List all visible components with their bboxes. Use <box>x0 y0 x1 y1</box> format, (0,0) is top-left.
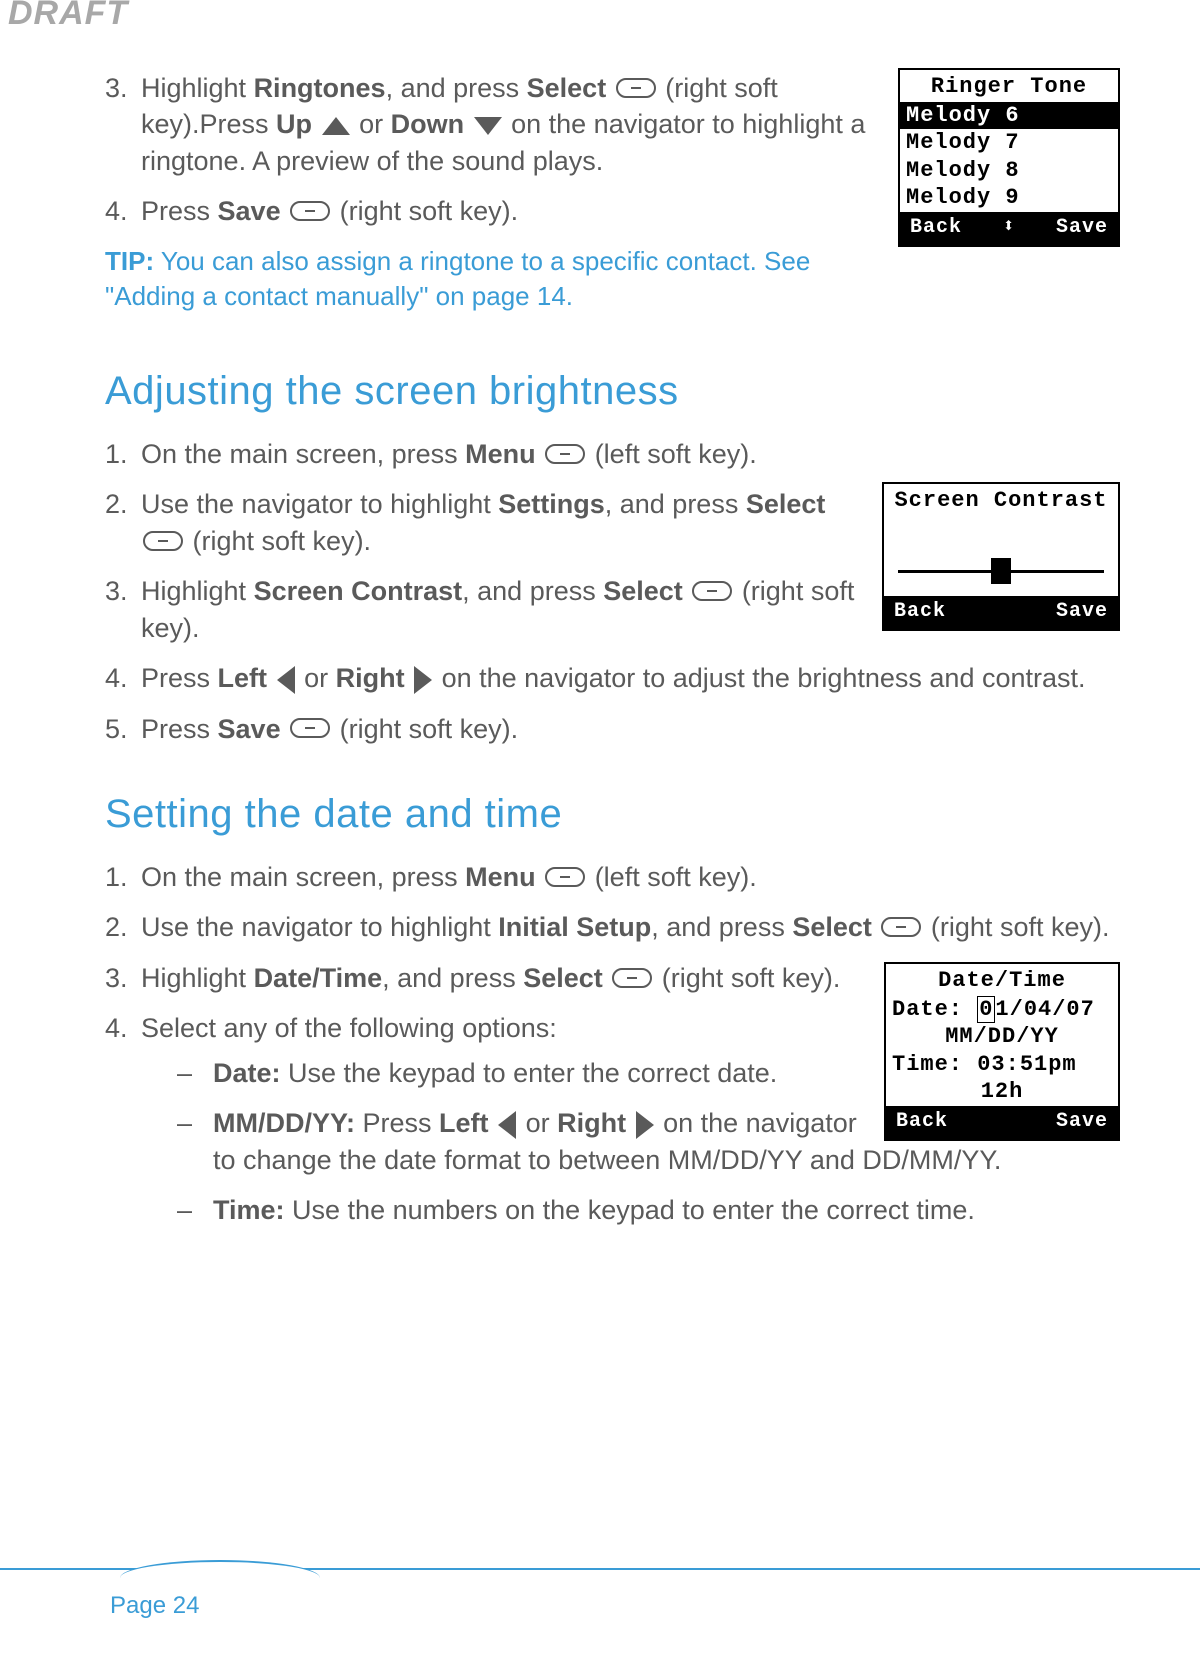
step-4: Press Left or Right on the navigator to … <box>105 660 1120 696</box>
option-format: MM/DD/YY: Press Left or Right on the nav… <box>177 1105 1120 1178</box>
heading-brightness: Adjusting the screen brightness <box>105 364 1120 418</box>
heading-datetime: Setting the date and time <box>105 787 1120 841</box>
step-3: Highlight Date/Time, and press Select (r… <box>105 960 1120 996</box>
step-3: Highlight Ringtones, and press Select (r… <box>105 70 1120 179</box>
step-4: Press Save (right soft key). <box>105 193 1120 229</box>
left-arrow-icon <box>498 1111 516 1139</box>
softkey-icon <box>692 581 732 601</box>
draft-watermark: DRAFT <box>8 0 128 33</box>
softkey-icon <box>881 917 921 937</box>
softkey-icon <box>612 968 652 988</box>
page-footer: Page 24 <box>0 1568 1200 1620</box>
right-arrow-icon <box>636 1111 654 1139</box>
datetime-options: Date: Use the keypad to enter the correc… <box>177 1055 1120 1229</box>
step-1: On the main screen, press Menu (left sof… <box>105 859 1120 895</box>
tip-text: You can also assign a ringtone to a spec… <box>105 246 810 311</box>
option-time: Time: Use the numbers on the keypad to e… <box>177 1192 1120 1228</box>
page-content: Ringer Tone Melody 6 Melody 7 Melody 8 M… <box>0 0 1200 1243</box>
softkey-icon <box>290 718 330 738</box>
step-2: Use the navigator to highlight Initial S… <box>105 909 1120 945</box>
brightness-steps-2: Use the navigator to highlight Settings,… <box>105 486 1120 747</box>
step-5: Press Save (right soft key). <box>105 711 1120 747</box>
up-arrow-icon <box>322 117 350 135</box>
datetime-steps: On the main screen, press Menu (left sof… <box>105 859 1120 946</box>
softkey-icon <box>545 444 585 464</box>
brightness-steps: On the main screen, press Menu (left sof… <box>105 436 1120 472</box>
down-arrow-icon <box>474 117 502 135</box>
left-arrow-icon <box>277 666 295 694</box>
softkey-icon <box>545 867 585 887</box>
option-date: Date: Use the keypad to enter the correc… <box>177 1055 1120 1091</box>
softkey-icon <box>143 531 183 551</box>
softkey-icon <box>616 78 656 98</box>
ringtone-steps: Highlight Ringtones, and press Select (r… <box>105 70 1120 230</box>
right-arrow-icon <box>414 666 432 694</box>
step-2: Use the navigator to highlight Settings,… <box>105 486 1120 559</box>
tip-block: TIP: You can also assign a ringtone to a… <box>105 244 1120 314</box>
footer-swoosh-icon <box>120 1560 320 1578</box>
step-3: Highlight Screen Contrast, and press Sel… <box>105 573 1120 646</box>
step-4: Select any of the following options: Dat… <box>105 1010 1120 1228</box>
tip-label: TIP: <box>105 246 154 276</box>
step-1: On the main screen, press Menu (left sof… <box>105 436 1120 472</box>
page-number: Page 24 <box>110 1592 1200 1620</box>
softkey-icon <box>290 201 330 221</box>
